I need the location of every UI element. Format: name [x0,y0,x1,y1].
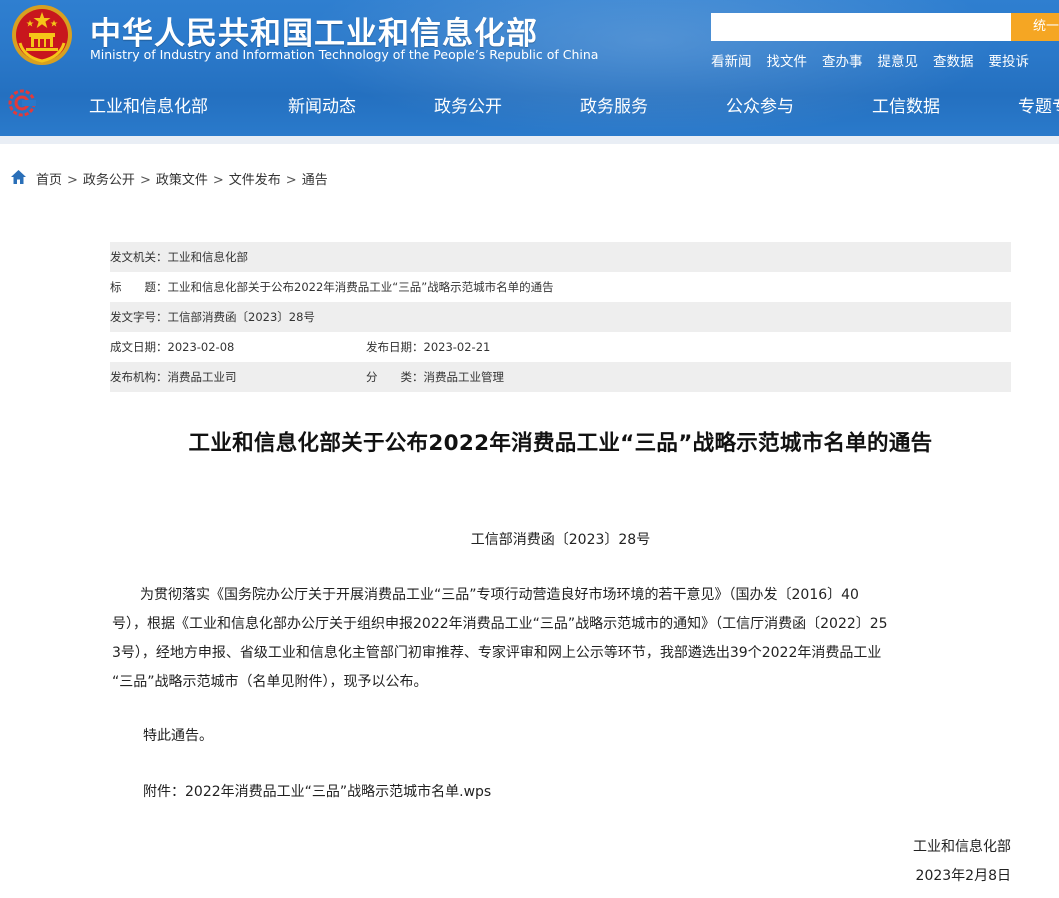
breadcrumb-separator: > [285,173,297,188]
info-row-issuer: 发文机关：工业和信息化部 [110,242,1011,272]
breadcrumb-separator: > [139,173,151,188]
breadcrumb-notice[interactable]: 通告 [302,173,328,188]
home-icon[interactable] [11,170,26,184]
quick-link-services[interactable]: 查办事 [822,50,863,70]
info-row-title: 标 题：工业和信息化部关于公布2022年消费品工业“三品”战略示范城市名单的通告 [110,272,1011,302]
quick-link-news[interactable]: 看新闻 [711,50,752,70]
info-doc-number: 发文字号：工信部消费函〔2023〕28号 [110,310,315,324]
info-row-doc-number: 发文字号：工信部消费函〔2023〕28号 [110,302,1011,332]
breadcrumb-home[interactable]: 首页 [36,173,62,188]
signature-organization: 工业和信息化部 [913,839,1011,855]
paragraph-line: 为贯彻落实《国务院办公厅关于开展消费品工业“三品”专项行动营造良好市场环境的若干… [112,587,859,603]
info-created-date: 成文日期：2023-02-08 [110,340,235,354]
info-row-agency: 发布机构：消费品工业司 分 类：消费品工业管理 [110,362,1011,392]
signature-date: 2023年2月8日 [915,868,1011,884]
paragraph-line: “三品”战略示范城市（名单见附件），现予以公布。 [112,674,428,690]
site-subtitle: Ministry of Industry and Information Tec… [90,47,599,62]
quick-link-feedback[interactable]: 提意见 [878,50,919,70]
quick-link-files[interactable]: 找文件 [767,50,808,70]
site-header: 中华人民共和国工业和信息化部 Ministry of Industry and … [0,0,1059,136]
nav-item-public-participation[interactable]: 公众参与 [726,92,794,117]
quick-link-data[interactable]: 查数据 [933,50,974,70]
paragraph-line: 号），根据《工业和信息化部办公厅关于组织申报2022年消费品工业“三品”战略示范… [112,616,888,632]
info-row-dates: 成文日期：2023-02-08 发布日期：2023-02-21 [110,332,1011,362]
breadcrumb-separator: > [212,173,224,188]
search-input[interactable] [711,13,1011,41]
breadcrumb-policy-documents[interactable]: 政策文件 [156,173,208,188]
article-paragraph: 为贯彻落实《国务院办公厅关于开展消费品工业“三品”专项行动营造良好市场环境的若干… [112,581,1012,697]
national-emblem-icon [12,5,72,65]
nav-item-topics[interactable]: 专题专 [1018,92,1059,117]
paragraph-line: 3号），经地方申报、省级工业和信息化主管部门初审推荐、专家评审和网上公示等环节，… [112,645,882,661]
breadcrumb-government-affairs[interactable]: 政务公开 [83,173,135,188]
nav-item-government-affairs[interactable]: 政务公开 [434,92,502,117]
info-category: 分 类：消费品工业管理 [366,370,504,384]
breadcrumb: 首页 > 政务公开 > 政策文件 > 文件发布 > 通告 [36,169,328,188]
nav-item-services[interactable]: 政务服务 [580,92,648,117]
header-divider [0,136,1059,144]
info-issuer: 发文机关：工业和信息化部 [110,250,248,264]
quick-links: 看新闻 找文件 查办事 提意见 查数据 要投诉 [711,50,1044,70]
breadcrumb-document-release[interactable]: 文件发布 [229,173,281,188]
nav-item-data[interactable]: 工信数据 [872,92,940,117]
quick-link-complaint[interactable]: 要投诉 [989,50,1030,70]
article-notice: 特此通告。 [143,728,213,744]
article-doc-number: 工信部消费函〔2023〕28号 [470,532,651,548]
info-title: 标 题：工业和信息化部关于公布2022年消费品工业“三品”战略示范城市名单的通告 [110,280,554,294]
nav-logo-icon[interactable] [8,89,36,117]
article-title: 工业和信息化部关于公布2022年消费品工业“三品”战略示范城市名单的通告 [188,431,933,456]
nav-item-news[interactable]: 新闻动态 [288,92,356,117]
info-agency: 发布机构：消费品工业司 [110,370,237,384]
breadcrumb-separator: > [67,173,78,188]
attachment-link[interactable]: 附件：2022年消费品工业“三品”战略示范城市名单.wps [143,781,491,801]
nav-item-ministry[interactable]: 工业和信息化部 [89,92,208,117]
info-published-date: 发布日期：2023-02-21 [366,340,491,354]
document-info-table: 发文机关：工业和信息化部 标 题：工业和信息化部关于公布2022年消费品工业“三… [110,242,1011,392]
search-button[interactable]: 统一 [1011,13,1059,41]
